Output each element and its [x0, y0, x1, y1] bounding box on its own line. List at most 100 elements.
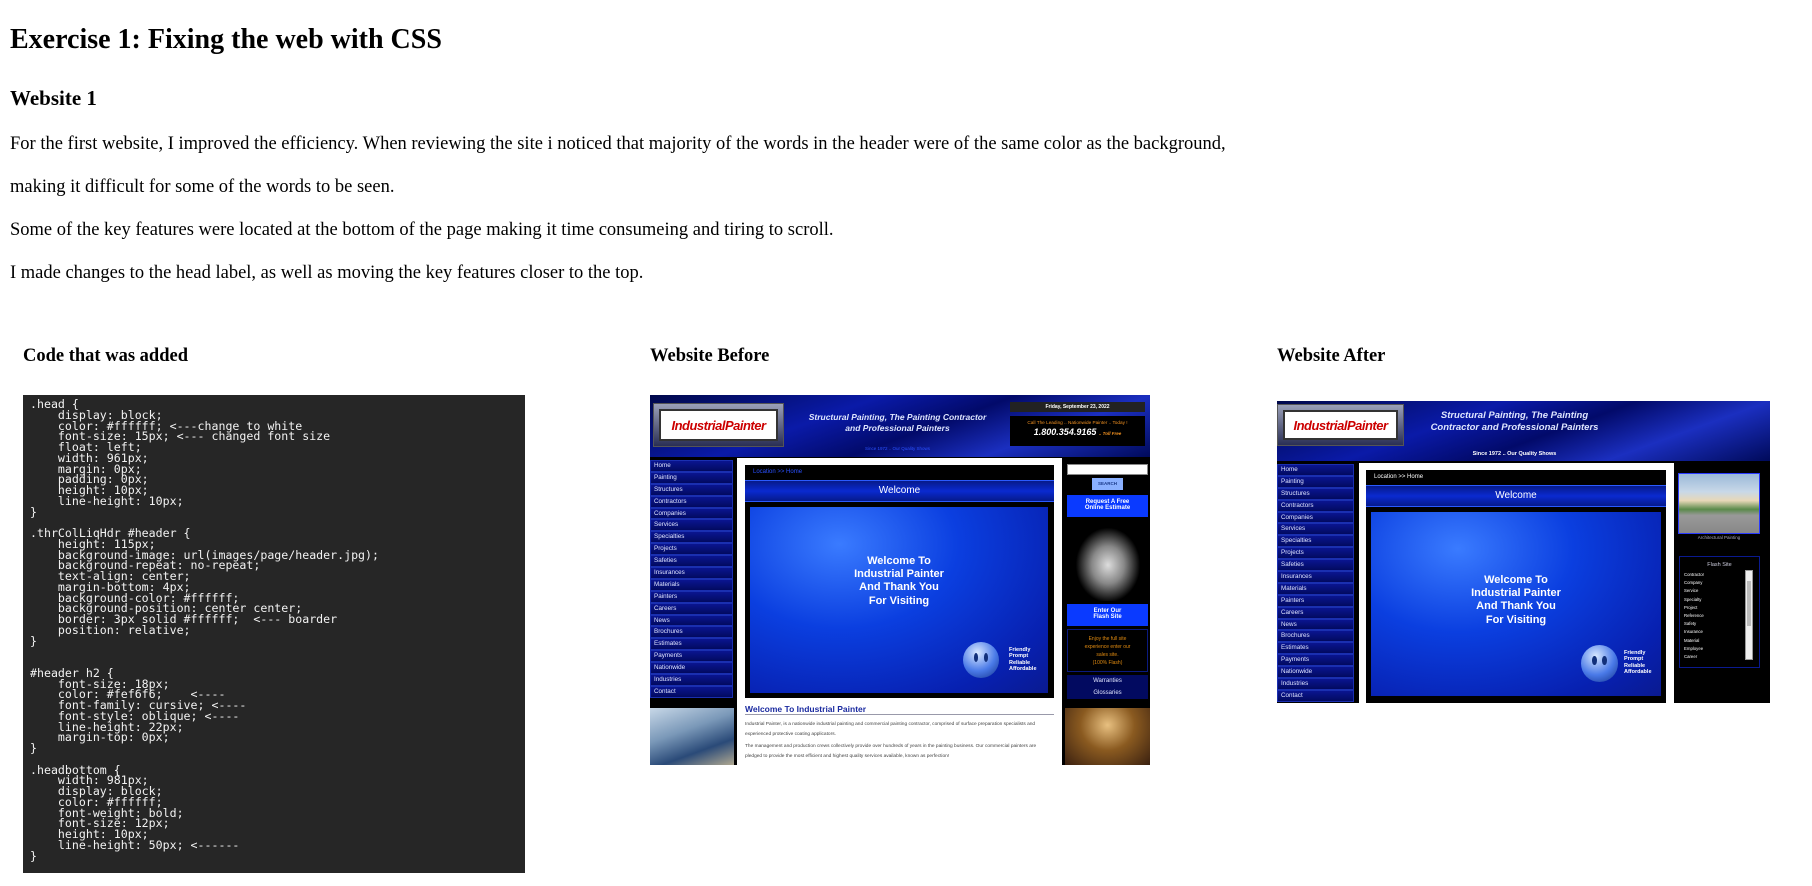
site-nav-item[interactable]: Materials: [650, 578, 733, 591]
site-search-button[interactable]: SEARCH: [1092, 478, 1123, 490]
site-nav-item[interactable]: Companies: [1277, 511, 1354, 524]
site-nav-item[interactable]: Projects: [650, 543, 733, 556]
site-nav-item[interactable]: Projects: [1277, 547, 1354, 560]
flash-list-item[interactable]: Employee: [1684, 645, 1704, 653]
site-nav-item[interactable]: Payments: [1277, 654, 1354, 667]
location-breadcrumb: Location >> Home: [753, 469, 803, 475]
site-nav-item[interactable]: Safeties: [650, 555, 733, 568]
site-nav-item[interactable]: Contact: [650, 685, 733, 698]
site-nav-item[interactable]: Insurances: [1277, 571, 1354, 583]
site-nav-item[interactable]: Contractors: [650, 495, 733, 508]
site-nav-item[interactable]: Services: [650, 519, 733, 532]
site-tagline: Structural Painting, The Painting Contra…: [808, 412, 987, 433]
flash-list-item[interactable]: Safety: [1684, 620, 1704, 628]
site-nav-item[interactable]: Brochures: [650, 626, 733, 639]
site-nav-item[interactable]: Insurances: [650, 567, 733, 579]
content-panel: Location >> Home Welcome Welcome To Indus…: [737, 458, 1062, 765]
site-logo: IndustrialPainter: [653, 403, 784, 447]
flash-site-box: Flash Site Contractor Company Service Speci…: [1679, 556, 1760, 668]
site-nav-item[interactable]: Painting: [650, 471, 733, 484]
flash-list-item[interactable]: Insurance: [1684, 628, 1704, 636]
site-nav-item[interactable]: Estimates: [650, 638, 733, 651]
paragraph-3: Some of the key features were located at…: [10, 220, 834, 240]
site-nav-item[interactable]: Careers: [1277, 606, 1354, 619]
smiley-icon: [963, 642, 999, 678]
site-call-box: Call The Leading .. Nationwide Painter .…: [1010, 416, 1145, 446]
site-phone: 1.800.354.9165: [1033, 427, 1097, 437]
site-nav-item[interactable]: Services: [1277, 523, 1354, 536]
site-nav-item[interactable]: Brochures: [1277, 630, 1354, 643]
website-before-screenshot: IndustrialPainter Structural Painting, T…: [650, 395, 1150, 765]
flash-list-scrollbar[interactable]: [1745, 570, 1753, 660]
site-date: Friday, September 23, 2022: [1010, 402, 1145, 412]
site-search-input[interactable]: [1067, 464, 1148, 475]
flash-list-item[interactable]: Contractor: [1684, 571, 1704, 579]
warranties-link[interactable]: Warranties: [1067, 675, 1148, 687]
industrial-plant-photo: [650, 708, 734, 765]
site-nav-item[interactable]: Careers: [650, 602, 733, 615]
flash-list-item[interactable]: Company: [1684, 579, 1704, 587]
site-nav-item[interactable]: Companies: [650, 507, 733, 520]
welcome-banner: Welcome To Industrial Painter And Thank Yo…: [1371, 512, 1661, 696]
flash-list-item[interactable]: Reference: [1684, 612, 1704, 620]
welcome-bar: Welcome: [745, 480, 1054, 502]
content-p2: The management and production crews coll…: [745, 744, 1037, 759]
site-since: Since 1972 .. Our Quality Shows: [864, 446, 931, 451]
code-heading: Code that was added: [23, 346, 188, 366]
request-estimate-link[interactable]: Request A Free Online Estimate: [1067, 495, 1148, 517]
page-title: Exercise 1: Fixing the web with CSS: [10, 24, 442, 55]
section-subtitle: Website 1: [10, 86, 97, 110]
paragraph-4: I made changes to the head label, as wel…: [10, 263, 644, 283]
flash-list-item[interactable]: Project: [1684, 604, 1704, 612]
welcome-banner: Welcome To Industrial Painter And Thank Yo…: [750, 507, 1048, 693]
site-nav-item[interactable]: News: [1277, 618, 1354, 631]
site-nav-item[interactable]: Home: [1277, 464, 1354, 476]
enter-flash-site-link[interactable]: Enter Our Flash Site: [1067, 604, 1148, 626]
content-panel: Location >> Home Welcome Welcome To Indus…: [1359, 463, 1674, 703]
site-nav-item[interactable]: Payments: [650, 650, 733, 663]
flash-list-item[interactable]: Service: [1684, 587, 1704, 595]
site-nav-item[interactable]: Materials: [1277, 582, 1354, 595]
welcome-bar: Welcome: [1366, 485, 1666, 507]
site-nav-item[interactable]: Specialties: [650, 531, 733, 544]
site-nav-item[interactable]: Specialties: [1277, 535, 1354, 548]
flash-promo: Enjoy the full site experience enter our s…: [1067, 629, 1148, 672]
site-nav-item[interactable]: Contact: [1277, 689, 1354, 702]
site-nav-item[interactable]: Painting: [1277, 475, 1354, 488]
site-header: IndustrialPainter Structural Painting, T…: [650, 395, 1150, 457]
content-p1: Industrial Painter, is a nationwide indu…: [745, 722, 1036, 737]
site-nav-item[interactable]: Painters: [1277, 594, 1354, 607]
site-nav-item[interactable]: Industries: [1277, 678, 1354, 690]
site-nav-item[interactable]: Nationwide: [1277, 666, 1354, 679]
site-nav-item[interactable]: Estimates: [1277, 642, 1354, 655]
site-nav-item[interactable]: Industries: [650, 674, 733, 686]
smiley-icon: [1581, 645, 1618, 682]
interior-photo: [1065, 708, 1150, 765]
glossaries-link[interactable]: Glossaries: [1067, 687, 1148, 699]
site-nav-item[interactable]: Home: [650, 460, 733, 472]
site-tagline: Structural Painting, The Painting Contra…: [1430, 410, 1599, 433]
site-nav-item[interactable]: Structures: [1277, 487, 1354, 500]
site-nav-item[interactable]: News: [650, 614, 733, 627]
site-header: IndustrialPainter Structural Painting, T…: [1277, 401, 1770, 461]
site-nav-item[interactable]: Nationwide: [650, 662, 733, 675]
flash-list-item[interactable]: Material: [1684, 637, 1704, 645]
code-snippet: .head { display: block; color: #ffffff; …: [23, 395, 525, 873]
flash-list-item[interactable]: Career: [1684, 653, 1704, 661]
site-nav-item[interactable]: Contractors: [1277, 499, 1354, 512]
site-nav: Home Painting Structures Contractors Compani…: [1277, 464, 1354, 702]
photo-caption: Architectural Painting: [1697, 535, 1741, 540]
architectural-painting-photo: [1678, 473, 1760, 534]
site-logo: IndustrialPainter: [1277, 404, 1404, 446]
site-nav-item[interactable]: Safeties: [1277, 559, 1354, 572]
site-nav-item[interactable]: Painters: [650, 590, 733, 603]
location-breadcrumb: Location >> Home: [1374, 474, 1424, 480]
flash-list-item[interactable]: Specialty: [1684, 596, 1704, 604]
before-heading: Website Before: [650, 346, 770, 366]
flash-site-list[interactable]: Contractor Company Service Specialty Project…: [1684, 571, 1704, 661]
site-since: Since 1972 .. Our Quality Shows: [1472, 451, 1557, 457]
site-nav: Home Painting Structures Contractors Compani…: [650, 460, 733, 698]
site-nav-item[interactable]: Structures: [650, 483, 733, 496]
paragraph-1: For the first website, I improved the ef…: [10, 134, 1226, 154]
paragraph-2: making it difficult for some of the word…: [10, 177, 395, 197]
